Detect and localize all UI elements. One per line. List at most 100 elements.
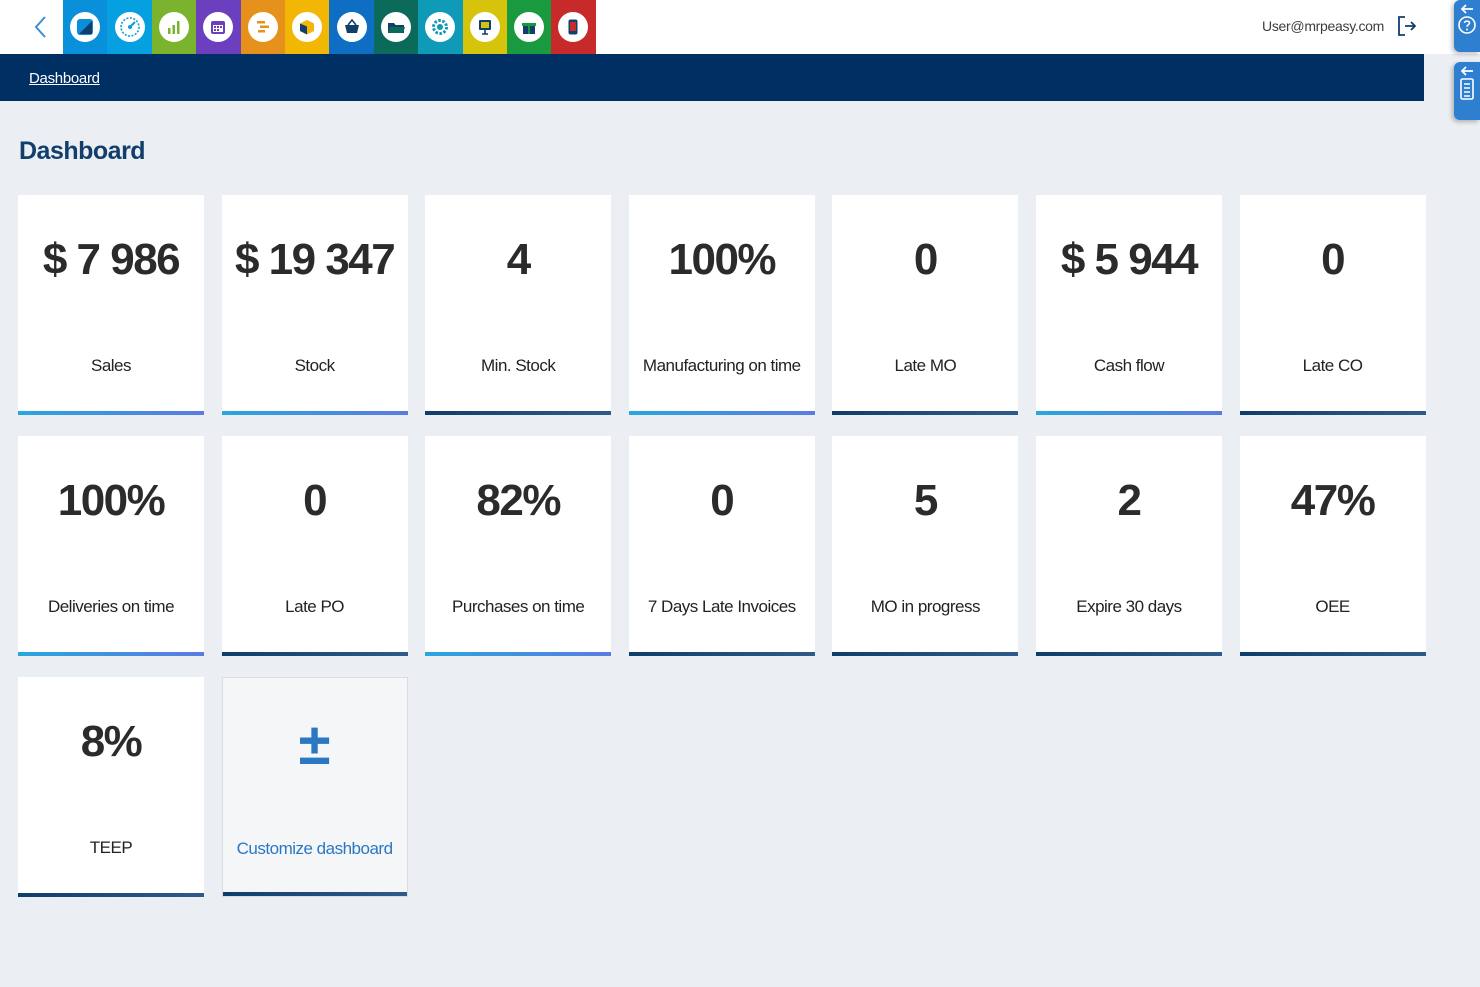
kpi-label: OEE <box>1315 597 1350 616</box>
module-tile[interactable] <box>240 0 285 54</box>
module-bar <box>63 0 596 54</box>
kpi-accent-bar <box>1239 652 1426 656</box>
module-tile[interactable] <box>107 0 152 54</box>
kpi-tile-manufacturing-on-time[interactable]: 100% Manufacturing on time <box>628 195 815 415</box>
kpi-label: Sales <box>90 356 132 375</box>
kpi-accent-bar <box>18 652 204 656</box>
module-tile[interactable] <box>63 0 108 54</box>
back-button[interactable] <box>22 10 58 44</box>
module-tile[interactable] <box>462 0 507 54</box>
module-presentation-icon <box>478 20 491 35</box>
kpi-accent-bar <box>425 411 612 415</box>
page-title: Dashboard <box>19 137 146 165</box>
kpi-label: Cash flow <box>1093 356 1165 375</box>
kpi-value: 0 <box>913 235 938 284</box>
kpi-value: 82% <box>476 476 561 525</box>
kpi-label: Late CO <box>1302 356 1363 375</box>
kpi-tile-deliveries-on-time[interactable]: 100% Deliveries on time <box>18 436 204 656</box>
navigation-bar: Dashboard <box>0 54 1424 101</box>
customize-dashboard-button[interactable]: ± Customize dashboard <box>221 677 408 897</box>
logout-icon <box>1398 16 1417 36</box>
kpi-accent-bar <box>221 652 408 656</box>
kpi-tile-mo-in-progress[interactable]: 5 MO in progress <box>832 436 1019 656</box>
module-tile[interactable] <box>418 0 463 54</box>
kpi-value: $ 7 986 <box>42 235 181 284</box>
kpi-value: 100% <box>57 476 166 525</box>
kpi-tile-teep[interactable]: 8% TEEP <box>18 677 204 897</box>
module-tile[interactable] <box>329 0 374 54</box>
module-speedometer-icon <box>119 17 140 37</box>
kpi-label: Late PO <box>285 597 345 616</box>
module-calendar-icon <box>211 21 226 34</box>
customize-label: Customize dashboard <box>236 839 393 858</box>
kpi-label: Min. Stock <box>481 356 556 375</box>
kpi-accent-bar <box>628 652 815 656</box>
user-area: User@mrpeasy.com <box>1262 14 1418 38</box>
question-circle-icon <box>1458 16 1476 34</box>
module-tile[interactable] <box>151 0 197 54</box>
kpi-label: TEEP <box>89 838 133 857</box>
kpi-value: $ 19 347 <box>234 235 396 284</box>
arrow-left-icon <box>1460 66 1473 76</box>
kpi-tile-min-stock[interactable]: 4 Min. Stock <box>425 195 612 415</box>
kpi-label: Deliveries on time <box>47 597 175 616</box>
module-gift-icon <box>522 23 537 34</box>
kpi-value: 47% <box>1290 476 1376 525</box>
kpi-value: 100% <box>668 235 777 284</box>
kpi-accent-bar <box>832 411 1019 415</box>
kpi-value: 0 <box>1321 235 1345 284</box>
kpi-label: Late MO <box>894 356 957 375</box>
kpi-tile-expire-30-days[interactable]: 2 Expire 30 days <box>1035 436 1222 656</box>
module-tile[interactable] <box>506 0 552 54</box>
user-email[interactable]: User@mrpeasy.com <box>1262 18 1384 34</box>
kpi-value: $ 5 944 <box>1060 235 1199 284</box>
module-tile[interactable] <box>284 0 330 54</box>
kpi-value: 2 <box>1117 476 1141 525</box>
kpi-accent-bar <box>18 411 204 415</box>
module-tile[interactable] <box>373 0 419 54</box>
dashboard-grid: $ 7 986 Sales $ 19 347 Stock 4 Min. Stock 1… <box>18 195 1426 897</box>
logout-button[interactable] <box>1396 14 1418 38</box>
module-mobile-icon <box>568 19 578 35</box>
notes-panel-tab[interactable] <box>1454 62 1480 120</box>
kpi-accent-bar <box>18 893 204 897</box>
arrow-left-icon <box>1460 4 1473 14</box>
kpi-tile-sales[interactable]: $ 7 986 Sales <box>18 195 204 415</box>
kpi-accent-bar <box>1239 411 1426 415</box>
module-settings-icon <box>432 19 449 35</box>
kpi-tile-cash-flow[interactable]: $ 5 944 Cash flow <box>1035 195 1222 415</box>
breadcrumb-dashboard[interactable]: Dashboard <box>29 70 100 87</box>
kpi-label: 7 Days Late Invoices <box>647 597 796 616</box>
module-tile[interactable] <box>551 0 596 54</box>
chevron-left-icon <box>34 16 46 38</box>
kpi-tile-oee[interactable]: 47% OEE <box>1239 436 1426 656</box>
help-panel-tab[interactable] <box>1454 0 1480 52</box>
kpi-tile-purchases-on-time[interactable]: 82% Purchases on time <box>425 436 612 656</box>
kpi-label: MO in progress <box>870 597 981 616</box>
kpi-accent-bar <box>832 652 1019 656</box>
module-stock-icon <box>300 20 315 35</box>
kpi-tile-late-co[interactable]: 0 Late CO <box>1239 195 1426 415</box>
kpi-label: Expire 30 days <box>1076 597 1182 616</box>
module-procurement-icon <box>344 18 359 33</box>
kpi-label: Stock <box>294 356 336 375</box>
plus-minus-icon: ± <box>298 712 331 777</box>
kpi-tile-late-po[interactable]: 0 Late PO <box>221 436 408 656</box>
kpi-tile-late-invoices[interactable]: 0 7 Days Late Invoices <box>628 436 815 656</box>
top-bar: User@mrpeasy.com <box>0 0 1480 54</box>
kpi-accent-bar <box>1035 411 1222 415</box>
kpi-tile-stock[interactable]: $ 19 347 Stock <box>221 195 408 415</box>
kpi-tile-late-mo[interactable]: 0 Late MO <box>832 195 1019 415</box>
module-tile[interactable] <box>196 0 241 54</box>
kpi-label: Purchases on time <box>452 597 585 616</box>
kpi-accent-bar <box>222 892 407 896</box>
module-crm-icon <box>77 19 94 35</box>
module-production-planning-icon <box>256 21 269 33</box>
kpi-accent-bar <box>221 411 408 415</box>
kpi-accent-bar <box>425 652 612 656</box>
checklist-icon <box>1460 78 1474 100</box>
kpi-value: 0 <box>303 476 327 525</box>
kpi-value: 0 <box>710 476 734 525</box>
kpi-value: 5 <box>913 476 938 525</box>
kpi-accent-bar <box>1035 652 1222 656</box>
